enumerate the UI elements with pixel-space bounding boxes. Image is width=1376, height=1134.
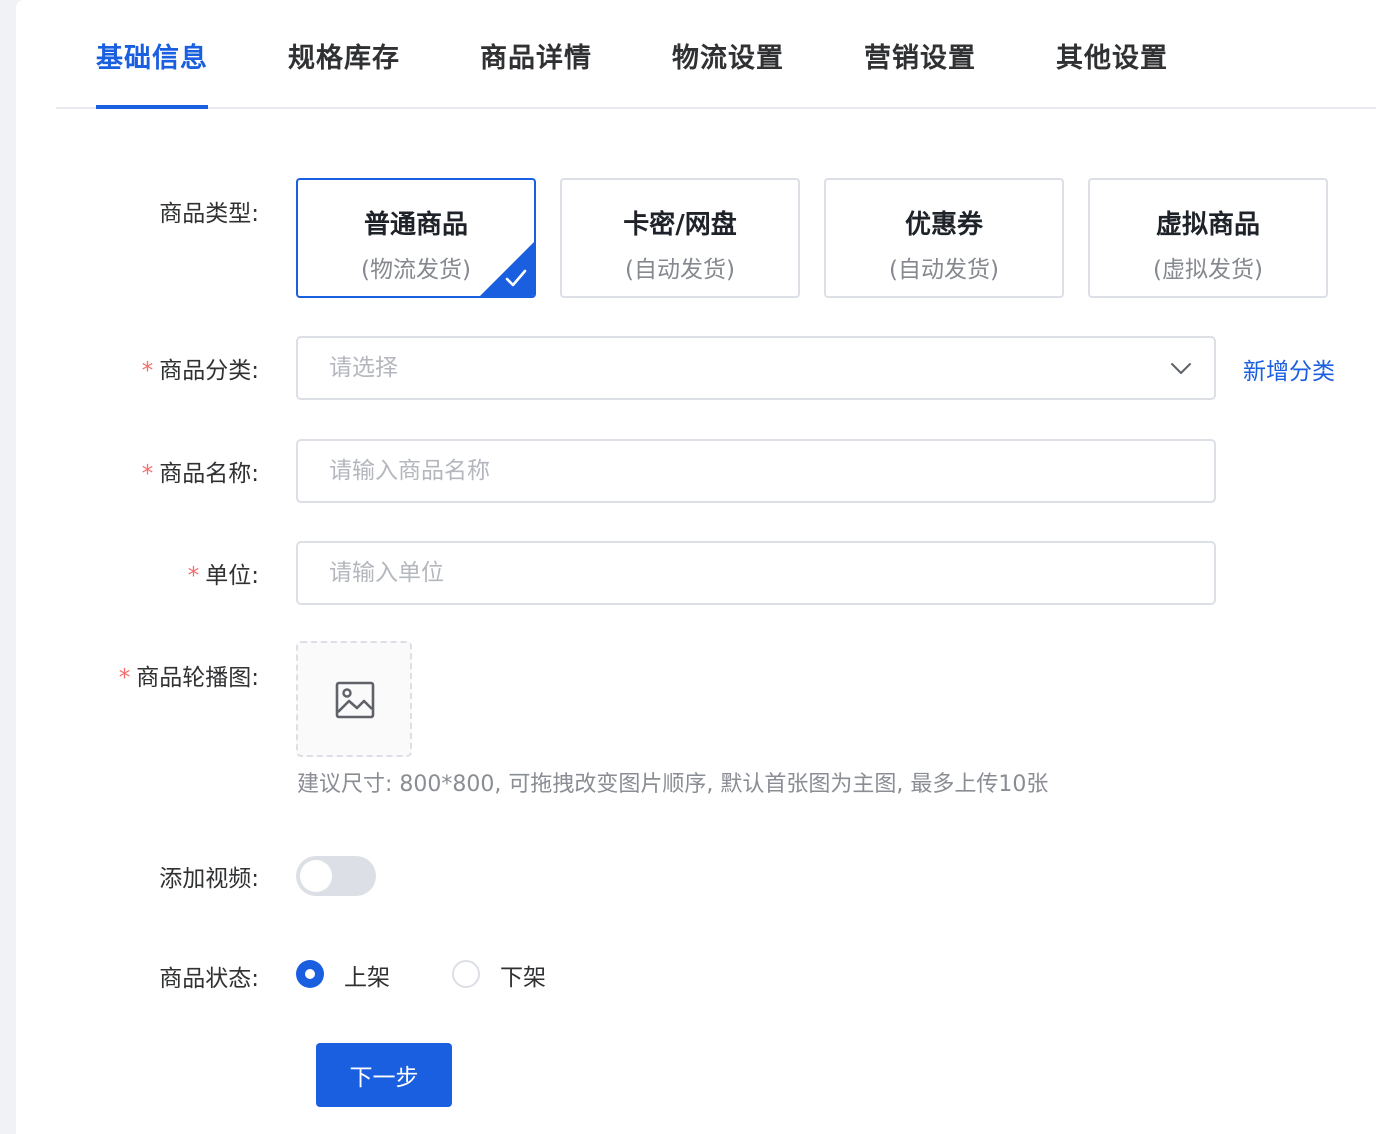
- tab-other[interactable]: 其他设置: [1056, 36, 1168, 76]
- tab-marketing[interactable]: 营销设置: [864, 36, 976, 76]
- category-label: * 商品分类:: [141, 358, 259, 384]
- radio-indicator: [452, 960, 480, 988]
- type-option-subtitle: (自动发货): [889, 257, 999, 283]
- carousel-label: * 商品轮播图:: [118, 665, 259, 691]
- unit-input[interactable]: [296, 541, 1216, 605]
- toggle-knob: [300, 860, 332, 892]
- required-mark: *: [141, 358, 154, 384]
- tab-basic-info[interactable]: 基础信息: [96, 36, 208, 76]
- carousel-hint: 建议尺寸: 800*800, 可拖拽改变图片顺序, 默认首张图为主图, 最多上传…: [297, 772, 1049, 797]
- unit-label: * 单位:: [187, 563, 259, 589]
- chevron-down-icon: [1171, 363, 1191, 374]
- type-option-title: 普通商品: [363, 210, 468, 240]
- tab-product-details[interactable]: 商品详情: [480, 36, 592, 76]
- product-name-label: * 商品名称:: [141, 461, 259, 487]
- type-option-normal[interactable]: 普通商品 (物流发货): [296, 178, 536, 298]
- video-toggle[interactable]: [296, 856, 376, 896]
- add-category-link[interactable]: 新增分类: [1243, 352, 1335, 386]
- type-option-subtitle: (虚拟发货): [1153, 257, 1263, 283]
- type-option-card-key[interactable]: 卡密/网盘 (自动发货): [560, 178, 800, 298]
- product-name-input[interactable]: [296, 439, 1216, 503]
- required-mark: *: [187, 563, 200, 589]
- next-step-button[interactable]: 下一步: [316, 1043, 452, 1107]
- tab-bar: 基础信息 规格库存 商品详情 物流设置 营销设置 其他设置: [56, 0, 1376, 109]
- type-option-title: 虚拟商品: [1155, 210, 1260, 240]
- video-label: 添加视频:: [159, 866, 259, 892]
- radio-label: 下架: [500, 965, 546, 991]
- image-icon: [335, 681, 375, 719]
- type-option-title: 卡密/网盘: [623, 210, 737, 240]
- type-option-virtual[interactable]: 虚拟商品 (虚拟发货): [1088, 178, 1328, 298]
- required-mark: *: [118, 665, 131, 691]
- image-upload-button[interactable]: [296, 641, 412, 757]
- type-option-coupon[interactable]: 优惠券 (自动发货): [824, 178, 1064, 298]
- category-placeholder: 请选择: [329, 355, 398, 381]
- product-type-label: 商品类型:: [159, 201, 259, 227]
- tab-logistics[interactable]: 物流设置: [672, 36, 784, 76]
- status-label: 商品状态:: [159, 966, 259, 992]
- type-option-title: 优惠券: [904, 210, 983, 240]
- radio-label: 上架: [344, 965, 390, 991]
- check-icon: [505, 269, 527, 287]
- tab-spec-stock[interactable]: 规格库存: [288, 36, 400, 76]
- radio-indicator: [296, 960, 324, 988]
- category-select[interactable]: 请选择: [296, 336, 1216, 400]
- required-mark: *: [141, 461, 154, 487]
- type-option-subtitle: (自动发货): [625, 257, 735, 283]
- tab-active-indicator: [96, 105, 208, 109]
